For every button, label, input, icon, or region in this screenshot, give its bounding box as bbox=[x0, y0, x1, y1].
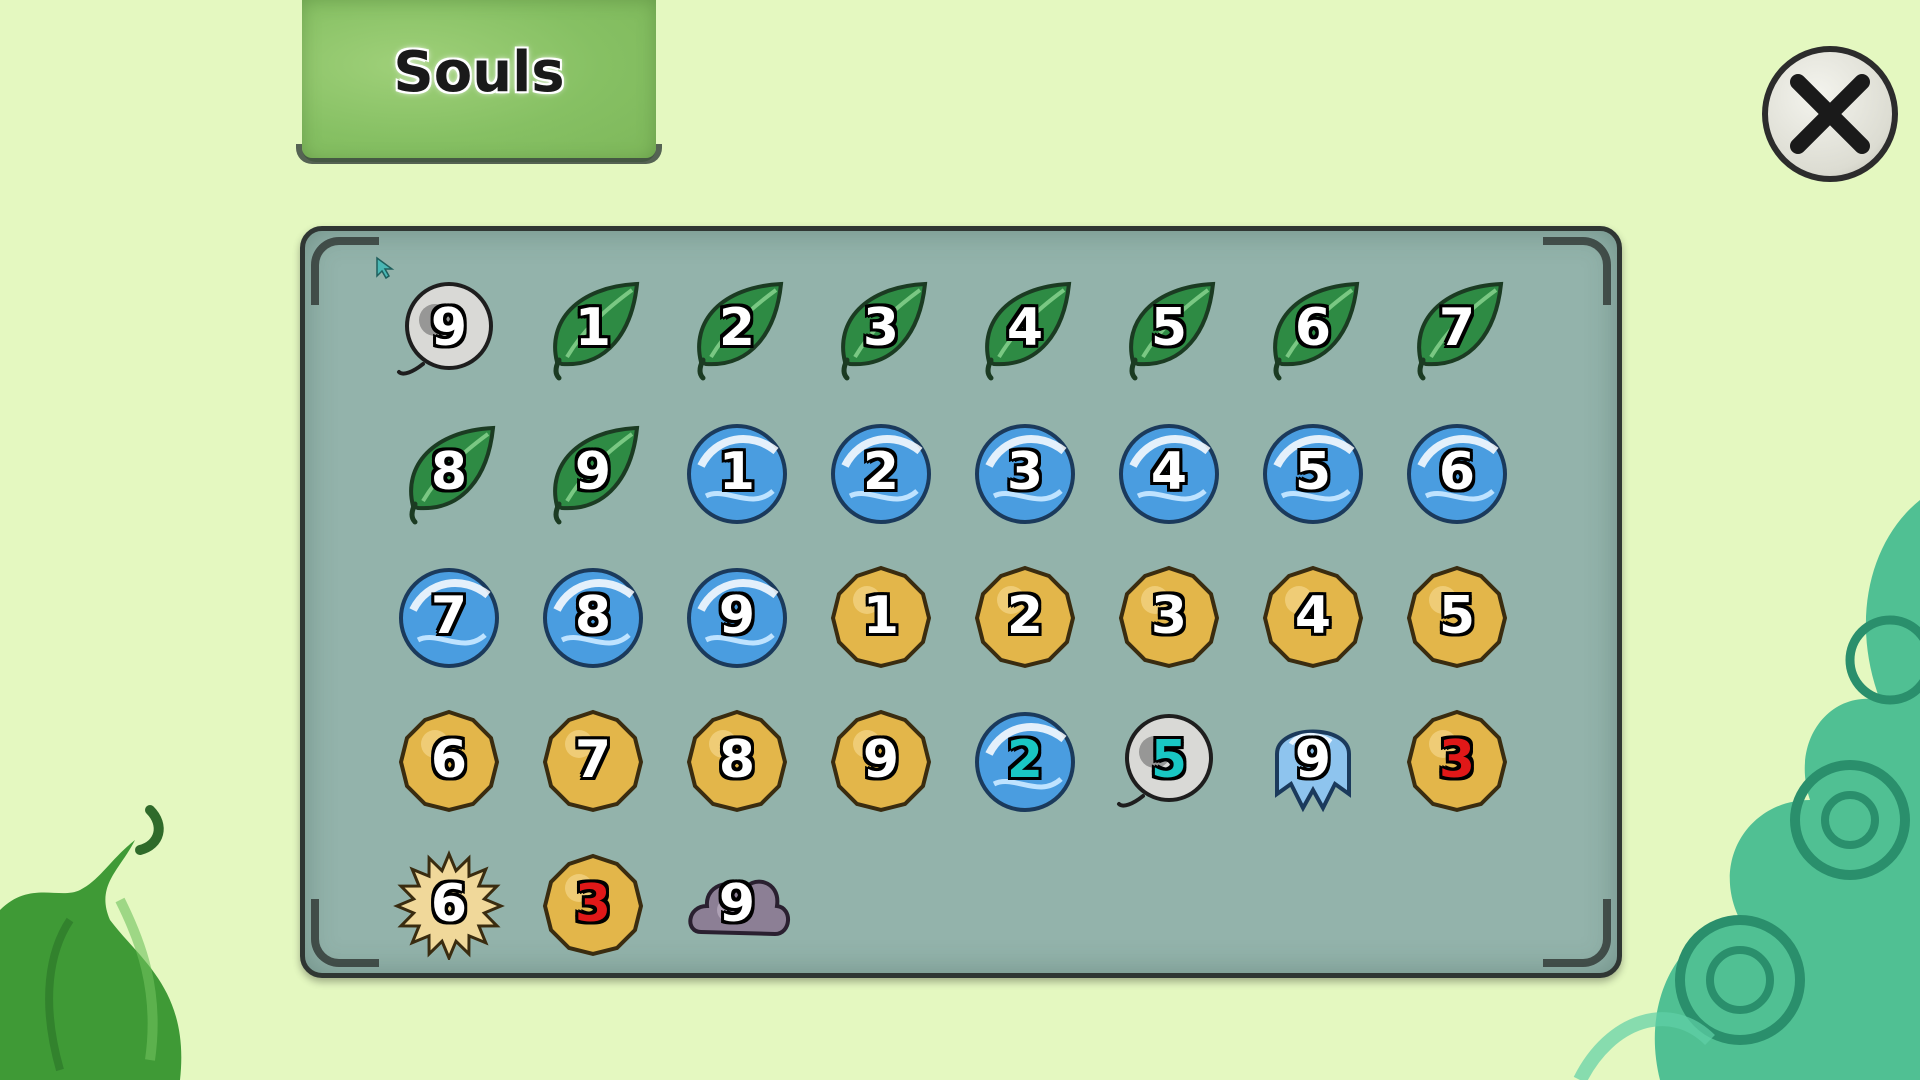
soul-number: 9 bbox=[430, 298, 468, 358]
soul-gold-token[interactable]: 9 bbox=[825, 704, 937, 816]
soul-smoke-token[interactable]: 5 bbox=[1113, 704, 1225, 816]
soul-gold-token[interactable]: 4 bbox=[1257, 560, 1369, 672]
soul-number: 3 bbox=[1438, 730, 1476, 790]
soul-number: 9 bbox=[718, 586, 756, 646]
soul-number: 9 bbox=[862, 730, 900, 790]
soul-number: 2 bbox=[862, 442, 900, 502]
soul-number: 2 bbox=[1006, 586, 1044, 646]
title-tab: Souls bbox=[296, 0, 662, 164]
soul-leaf-token[interactable]: 9 bbox=[537, 416, 649, 528]
soul-wave-token[interactable]: 2 bbox=[969, 704, 1081, 816]
soul-wave-token[interactable]: 5 bbox=[1257, 416, 1369, 528]
soul-leaf-token[interactable]: 2 bbox=[681, 272, 793, 384]
soul-leaf-token[interactable]: 5 bbox=[1113, 272, 1225, 384]
panel-corner-ornament bbox=[311, 899, 379, 967]
soul-number: 7 bbox=[430, 586, 468, 646]
soul-wave-token[interactable]: 1 bbox=[681, 416, 793, 528]
soul-leaf-token[interactable]: 6 bbox=[1257, 272, 1369, 384]
soul-number: 6 bbox=[1438, 442, 1476, 502]
soul-wave-token[interactable]: 7 bbox=[393, 560, 505, 672]
soul-gold-token[interactable]: 2 bbox=[969, 560, 1081, 672]
soul-number: 4 bbox=[1006, 298, 1044, 358]
soul-number: 3 bbox=[1006, 442, 1044, 502]
soul-number: 1 bbox=[718, 442, 756, 502]
soul-smoke-token[interactable]: 9 bbox=[393, 272, 505, 384]
soul-number: 5 bbox=[1294, 442, 1332, 502]
soul-number: 2 bbox=[1006, 730, 1044, 790]
soul-number: 6 bbox=[430, 730, 468, 790]
soul-number: 2 bbox=[718, 298, 756, 358]
soul-wave-token[interactable]: 6 bbox=[1401, 416, 1513, 528]
soul-number: 9 bbox=[718, 874, 756, 934]
soul-gold-token[interactable]: 8 bbox=[681, 704, 793, 816]
soul-number: 6 bbox=[430, 874, 468, 934]
soul-gold-token[interactable]: 7 bbox=[537, 704, 649, 816]
soul-wave-token[interactable]: 9 bbox=[681, 560, 793, 672]
soul-leaf-token[interactable]: 3 bbox=[825, 272, 937, 384]
mouse-cursor-icon bbox=[376, 256, 395, 280]
soul-leaf-token[interactable]: 8 bbox=[393, 416, 505, 528]
soul-number: 8 bbox=[718, 730, 756, 790]
soul-number: 5 bbox=[1150, 298, 1188, 358]
close-x-icon bbox=[1790, 74, 1870, 154]
soul-gold-token[interactable]: 3 bbox=[537, 848, 649, 960]
soul-number: 3 bbox=[574, 874, 612, 934]
soul-number: 9 bbox=[1294, 730, 1332, 790]
soul-gold-token[interactable]: 3 bbox=[1401, 704, 1513, 816]
soul-cloud-token[interactable]: 9 bbox=[681, 848, 793, 960]
soul-leaf-token[interactable]: 7 bbox=[1401, 272, 1513, 384]
soul-leaf-token[interactable]: 4 bbox=[969, 272, 1081, 384]
soul-number: 9 bbox=[574, 442, 612, 502]
gourd-decoration bbox=[0, 805, 182, 1080]
soul-number: 8 bbox=[574, 586, 612, 646]
close-button[interactable] bbox=[1762, 46, 1898, 182]
soul-number: 7 bbox=[574, 730, 612, 790]
soul-number: 6 bbox=[1294, 298, 1332, 358]
soul-wave-token[interactable]: 3 bbox=[969, 416, 1081, 528]
soul-sun-token[interactable]: 6 bbox=[393, 848, 505, 960]
panel-corner-ornament bbox=[311, 237, 379, 305]
soul-ghost-token[interactable]: 9 bbox=[1257, 704, 1369, 816]
soul-number: 4 bbox=[1294, 586, 1332, 646]
soul-number: 3 bbox=[1150, 586, 1188, 646]
soul-number: 5 bbox=[1150, 730, 1188, 790]
soul-number: 3 bbox=[862, 298, 900, 358]
soul-number: 7 bbox=[1438, 298, 1476, 358]
soul-wave-token[interactable]: 8 bbox=[537, 560, 649, 672]
soul-number: 4 bbox=[1150, 442, 1188, 502]
soul-number: 1 bbox=[862, 586, 900, 646]
soul-number: 5 bbox=[1438, 586, 1476, 646]
soul-gold-token[interactable]: 5 bbox=[1401, 560, 1513, 672]
soul-gold-token[interactable]: 6 bbox=[393, 704, 505, 816]
page-title: Souls bbox=[393, 40, 565, 105]
soul-number: 1 bbox=[574, 298, 612, 358]
soul-leaf-token[interactable]: 1 bbox=[537, 272, 649, 384]
soul-wave-token[interactable]: 4 bbox=[1113, 416, 1225, 528]
soul-gold-token[interactable]: 3 bbox=[1113, 560, 1225, 672]
soul-wave-token[interactable]: 2 bbox=[825, 416, 937, 528]
panel-corner-ornament bbox=[1543, 237, 1611, 305]
panel-corner-ornament bbox=[1543, 899, 1611, 967]
soul-gold-token[interactable]: 1 bbox=[825, 560, 937, 672]
soul-number: 8 bbox=[430, 442, 468, 502]
